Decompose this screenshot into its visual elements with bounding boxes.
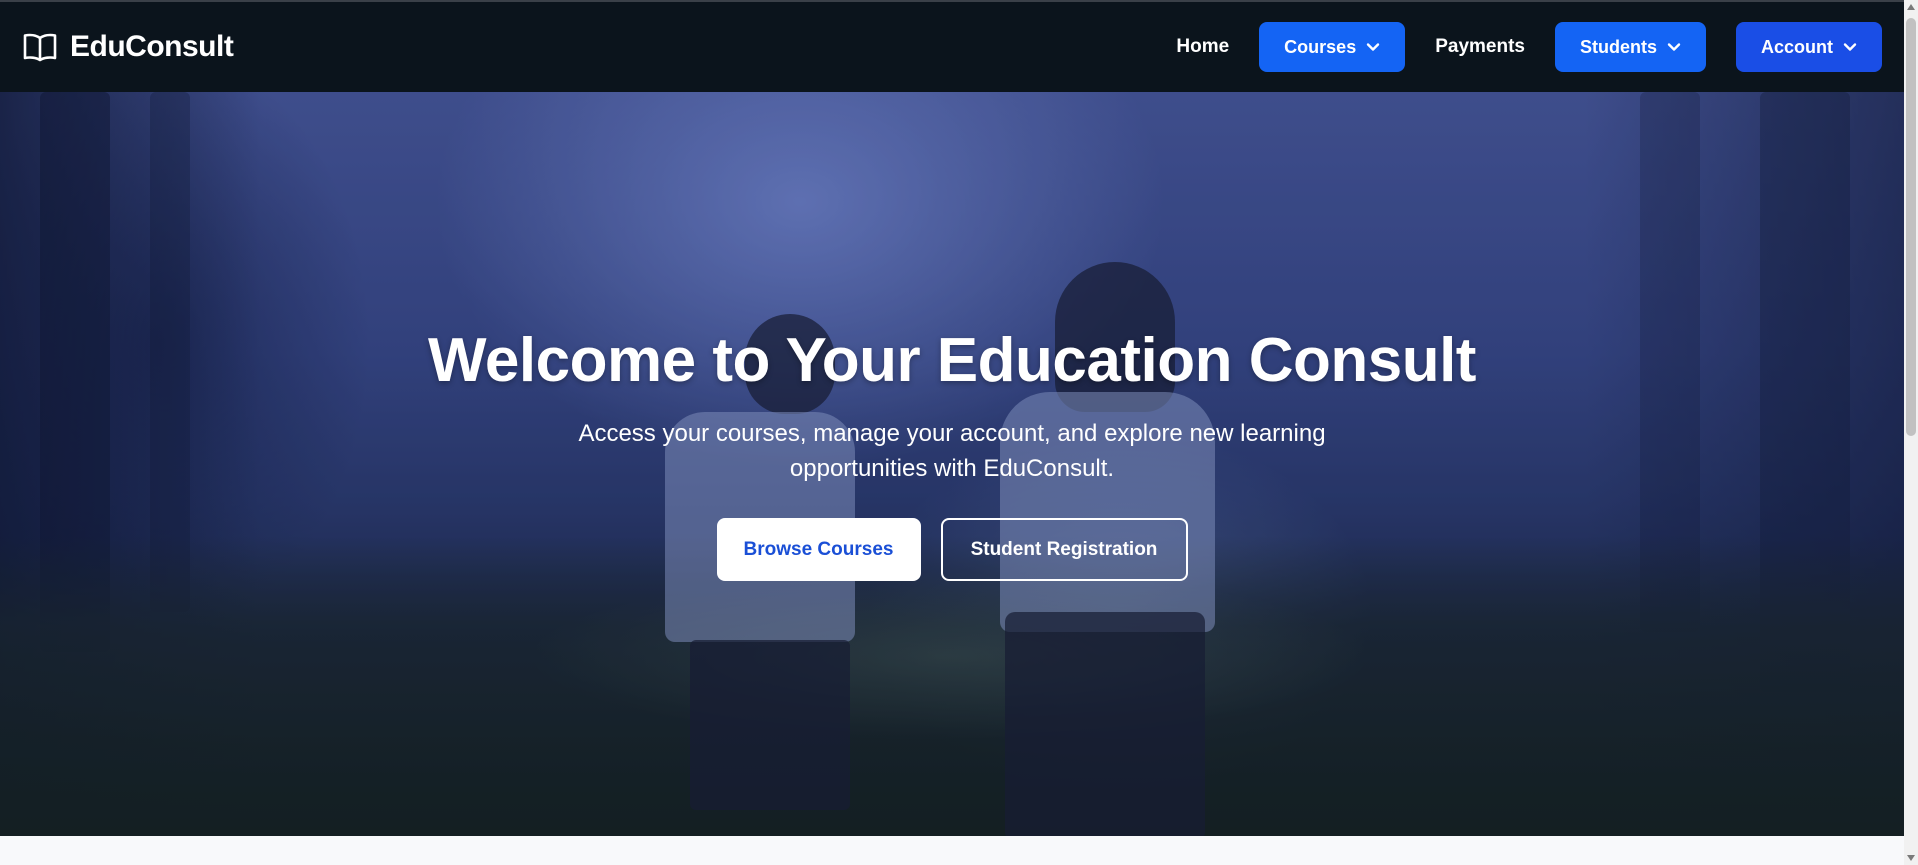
browse-courses-button[interactable]: Browse Courses — [716, 518, 921, 582]
brand-link[interactable]: EduConsult — [22, 30, 234, 64]
student-registration-button[interactable]: Student Registration — [940, 518, 1188, 582]
hero-title: Welcome to Your Education Consult — [428, 326, 1476, 395]
open-book-icon — [22, 32, 58, 62]
navbar: EduConsult Home Courses Payments Student… — [0, 2, 1904, 92]
page: EduConsult Home Courses Payments Student… — [0, 0, 1918, 865]
chevron-down-icon — [1843, 42, 1857, 52]
students-dropdown-button[interactable]: Students — [1554, 22, 1706, 72]
main-nav: Home Courses Payments Students Account — [1176, 22, 1882, 72]
courses-label: Courses — [1284, 36, 1357, 57]
scroll-down-arrow-icon[interactable] — [1907, 855, 1915, 861]
hero-content: Welcome to Your Education Consult Access… — [0, 92, 1904, 836]
nav-payments-link[interactable]: Payments — [1435, 36, 1525, 58]
hero-section: Welcome to Your Education Consult Access… — [0, 92, 1904, 836]
chevron-down-icon — [1667, 42, 1681, 52]
below-hero-section — [0, 836, 1904, 865]
courses-dropdown-button[interactable]: Courses — [1259, 22, 1406, 72]
chevron-down-icon — [1366, 42, 1380, 52]
account-dropdown-button[interactable]: Account — [1736, 22, 1882, 72]
hero-actions: Browse Courses Student Registration — [716, 518, 1188, 582]
hero-subtitle: Access your courses, manage your account… — [578, 420, 1326, 483]
nav-home-link[interactable]: Home — [1176, 36, 1229, 58]
brand-name: EduConsult — [70, 30, 234, 63]
scrollbar-thumb[interactable] — [1906, 18, 1916, 436]
vertical-scrollbar[interactable] — [1904, 0, 1918, 865]
students-label: Students — [1579, 36, 1657, 57]
account-label: Account — [1761, 36, 1833, 57]
scroll-up-arrow-icon[interactable] — [1907, 4, 1915, 10]
